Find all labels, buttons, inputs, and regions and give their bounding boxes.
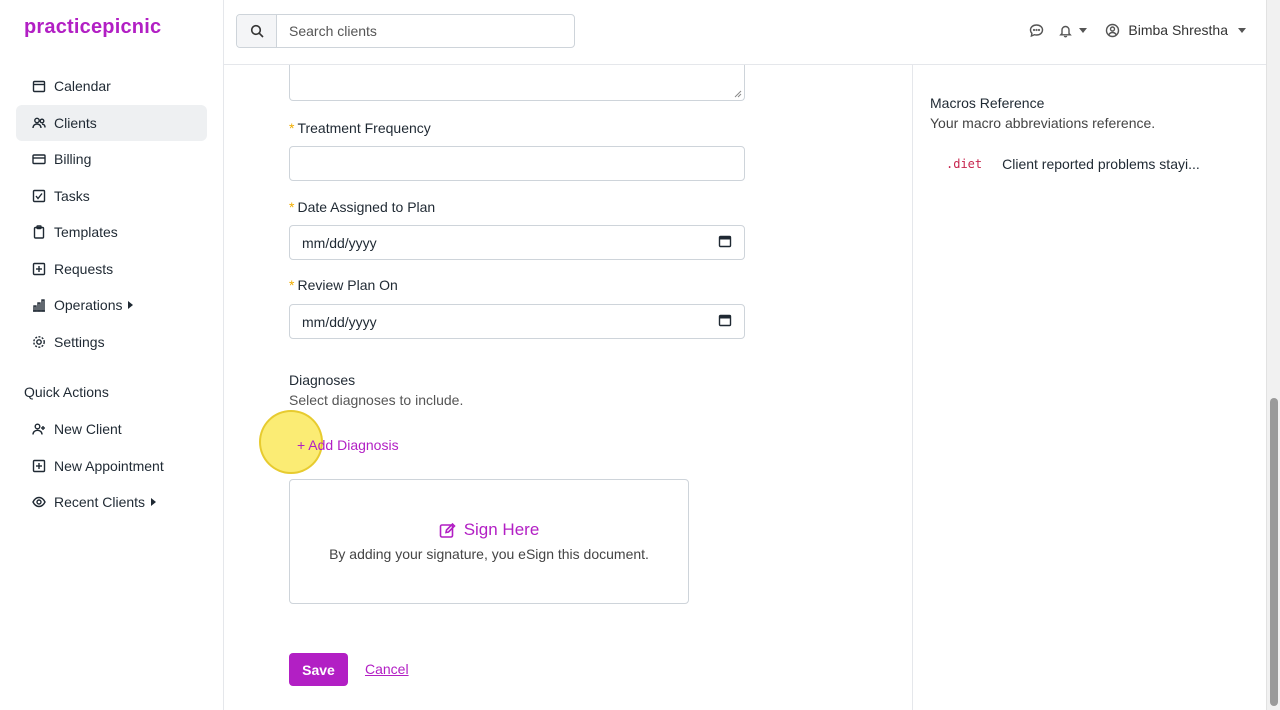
calendar-picker-icon[interactable]: [718, 234, 732, 251]
users-icon: [32, 116, 46, 130]
diagnoses-subtitle: Select diagnoses to include.: [289, 392, 464, 408]
quick-action-label: New Client: [54, 421, 122, 437]
required-marker: *: [289, 277, 295, 293]
date-assigned-label: * Date Assigned to Plan: [289, 199, 435, 215]
bar-chart-icon: [32, 298, 46, 312]
user-circle-icon: [1106, 23, 1120, 37]
macro-item: .diet Client reported problems stayi...: [946, 156, 1200, 172]
quick-action-label: New Appointment: [54, 457, 164, 474]
date-assigned-input[interactable]: mm/dd/yyyy: [289, 225, 745, 260]
chevron-down-icon: [1238, 27, 1246, 33]
required-marker: *: [289, 120, 295, 136]
caret-right-icon: [151, 498, 157, 506]
eye-icon: [32, 495, 46, 509]
calendar-plus-icon: [32, 459, 46, 473]
edit-icon: [439, 522, 456, 538]
macros-panel: Macros Reference Your macro abbreviation…: [914, 65, 1266, 710]
sidebar-item-settings[interactable]: Settings: [16, 324, 207, 360]
chat-icon[interactable]: [1029, 23, 1044, 38]
page-scrollbar[interactable]: [1266, 0, 1280, 710]
quick-actions-title: Quick Actions: [24, 384, 109, 400]
sign-subtitle: By adding your signature, you eSign this…: [329, 546, 649, 562]
date-value: mm/dd/yyyy: [302, 313, 377, 330]
treatment-frequency-input[interactable]: [289, 146, 745, 181]
user-menu[interactable]: Bimba Shrestha: [1105, 22, 1246, 38]
sidebar-item-label: Billing: [54, 151, 92, 167]
macro-code: .diet: [946, 157, 983, 171]
label-text: Date Assigned to Plan: [297, 199, 436, 215]
gear-icon: [32, 335, 46, 349]
search-input[interactable]: [277, 15, 574, 47]
sidebar-item-label: Tasks: [54, 187, 90, 204]
calendar-picker-icon[interactable]: [718, 313, 732, 330]
search-box: [236, 14, 575, 48]
macro-text: Client reported problems stayi...: [1002, 156, 1200, 172]
chevron-down-icon: [1079, 27, 1088, 33]
date-value: mm/dd/yyyy: [302, 234, 377, 251]
bell-icon: [1059, 25, 1073, 37]
user-plus-icon: [32, 422, 46, 436]
quick-action-new-client[interactable]: New Client: [16, 411, 207, 447]
sidebar-item-requests[interactable]: Requests: [16, 251, 207, 287]
sign-here-button[interactable]: Sign Here: [290, 520, 688, 540]
notes-textarea[interactable]: [289, 65, 745, 101]
sidebar-item-clients[interactable]: Clients: [16, 104, 207, 141]
clipboard-icon: [32, 225, 46, 239]
sidebar-item-label: Templates: [54, 224, 118, 240]
required-marker: *: [289, 199, 295, 215]
sidebar: practicepicnic Calendar Clients Billing …: [0, 0, 224, 710]
plus-square-icon: [32, 262, 46, 276]
quick-actions-nav: New Client New Appointment Recent Client…: [16, 411, 207, 521]
diagnoses-title: Diagnoses: [289, 372, 356, 388]
sidebar-item-label: Requests: [54, 260, 114, 277]
calendar-icon: [32, 79, 46, 93]
sign-here-label: Sign Here: [463, 520, 540, 539]
signature-box[interactable]: Sign Here By adding your signature, you …: [289, 479, 689, 604]
sidebar-item-label: Clients: [54, 114, 97, 131]
credit-card-icon: [32, 152, 46, 166]
sidebar-item-templates[interactable]: Templates: [16, 214, 207, 250]
scrollbar-thumb[interactable]: [1270, 398, 1278, 706]
label-text: Review Plan On: [297, 277, 398, 293]
top-header: Bimba Shrestha: [224, 0, 1266, 65]
save-button[interactable]: Save: [289, 653, 348, 686]
search-icon: [250, 24, 264, 38]
caret-right-icon: [128, 301, 134, 309]
quick-action-recent-clients[interactable]: Recent Clients: [16, 484, 207, 520]
sidebar-item-billing[interactable]: Billing: [16, 141, 207, 177]
header-actions: Bimba Shrestha: [1029, 22, 1246, 38]
review-plan-input[interactable]: mm/dd/yyyy: [289, 304, 745, 339]
checkbox-icon: [32, 189, 46, 203]
user-name: Bimba Shrestha: [1128, 22, 1228, 38]
sidebar-nav: Calendar Clients Billing Tasks Templates…: [16, 68, 207, 360]
macros-subtitle: Your macro abbreviations reference.: [930, 115, 1156, 131]
sidebar-item-label: Settings: [54, 333, 105, 350]
quick-action-new-appointment[interactable]: New Appointment: [16, 448, 207, 484]
sidebar-item-tasks[interactable]: Tasks: [16, 178, 207, 214]
review-plan-label: * Review Plan On: [289, 277, 398, 293]
sidebar-item-label: Calendar: [54, 78, 111, 94]
treatment-frequency-label: * Treatment Frequency: [289, 120, 431, 136]
resize-handle-icon[interactable]: [734, 90, 742, 98]
sidebar-item-label: Operations: [54, 297, 123, 313]
search-button[interactable]: [237, 15, 277, 47]
label-text: Treatment Frequency: [297, 120, 431, 136]
quick-action-label: Recent Clients: [54, 494, 146, 510]
sidebar-item-operations[interactable]: Operations: [16, 287, 207, 323]
main-content: * Treatment Frequency * Date Assigned to P…: [224, 65, 913, 710]
notifications-dropdown[interactable]: [1058, 23, 1088, 38]
macros-title: Macros Reference: [930, 95, 1045, 111]
app-root: practicepicnic Calendar Clients Billing …: [0, 0, 1280, 710]
sidebar-item-calendar[interactable]: Calendar: [16, 68, 207, 104]
app-logo[interactable]: practicepicnic: [24, 16, 161, 39]
cancel-link[interactable]: Cancel: [365, 661, 409, 677]
add-diagnosis-link[interactable]: + Add Diagnosis: [297, 437, 399, 453]
